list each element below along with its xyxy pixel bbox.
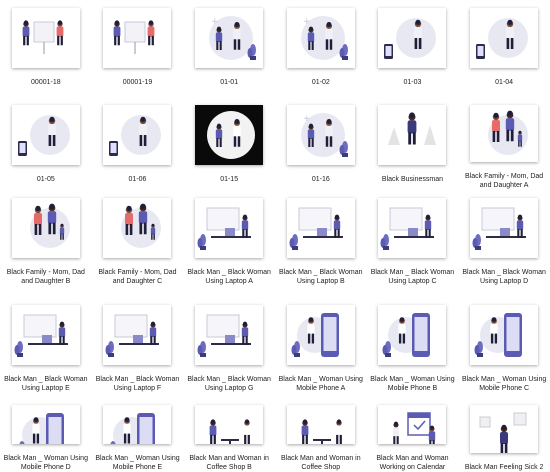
family-icon: [103, 198, 172, 258]
file-item[interactable]: Black Family - Mom, Dad and Daughter A: [458, 97, 550, 190]
file-item[interactable]: Black Man _ Black Woman Using Laptop D: [458, 190, 550, 297]
file-label: Black Family - Mom, Dad and Daughter B: [6, 269, 85, 285]
mobile-phone-icon: [378, 305, 447, 365]
file-item[interactable]: 00001-18: [0, 0, 92, 97]
file-item[interactable]: 01-15: [183, 97, 275, 190]
file-label: Black Businessman: [381, 176, 443, 183]
file-item[interactable]: Black Man _ Black Woman Using Laptop C: [367, 190, 459, 297]
businessman-icon: [378, 105, 447, 165]
file-label: Black Man Feeling Sick 2: [464, 464, 544, 471]
doctor-patient-icon: +: [195, 8, 264, 68]
calendar-icon: [378, 405, 447, 444]
file-label: 01-16: [311, 176, 330, 183]
laptop-desk-icon: [286, 198, 355, 258]
file-item[interactable]: + 01-02: [275, 0, 367, 97]
file-item[interactable]: Black Family - Mom, Dad and Daughter B: [0, 190, 92, 297]
file-label: Black Man _ Black Woman Using Laptop C: [370, 269, 455, 285]
mobile-phone-icon: [470, 305, 539, 365]
file-item[interactable]: 01-06: [92, 97, 184, 190]
file-label: 01-03: [403, 79, 422, 86]
file-label: Black Man _ Black Woman Using Laptop F: [95, 376, 180, 392]
family-icon: [470, 105, 539, 162]
coffee-shop-icon: [286, 405, 355, 444]
laptop-desk-icon: [103, 305, 172, 365]
file-item[interactable]: Black Man _ Woman Using Mobile Phone A: [275, 297, 367, 397]
file-label: 00001-19: [122, 79, 153, 86]
file-label: Black Man _ Black Woman Using Laptop B: [279, 269, 363, 285]
file-label: Black Man _ Woman Using Mobile Phone A: [278, 376, 363, 392]
file-label: Black Man _ Black Woman Using Laptop D: [462, 269, 546, 285]
file-label: Black Man _ Woman Using Mobile Phone C: [461, 376, 547, 392]
file-item[interactable]: Black Man _ Woman Using Mobile Phone C: [458, 297, 550, 397]
file-item[interactable]: Black Man _ Black Woman Using Laptop E: [0, 297, 92, 397]
file-label: Black Man _ Black Woman Using Laptop E: [4, 376, 88, 392]
file-item[interactable]: Black Man and Woman in Coffee Shop: [275, 397, 367, 472]
mobile-phone-icon: [286, 305, 355, 365]
file-label: Black Man _ Woman Using Mobile Phone D: [3, 455, 88, 471]
file-label: 01-04: [495, 79, 514, 86]
file-item[interactable]: 01-04: [458, 0, 550, 97]
file-label: 01-02: [311, 79, 330, 86]
file-item[interactable]: Black Man _ Black Woman Using Laptop A: [183, 190, 275, 297]
doctor-phone-icon: [103, 105, 172, 165]
file-label: Black Man _ Woman Using Mobile Phone E: [95, 455, 180, 471]
laptop-desk-icon: [11, 305, 80, 365]
file-label: 01-15: [220, 176, 239, 183]
file-item[interactable]: 01-03: [367, 0, 459, 97]
doctor-patient-icon: +: [286, 8, 355, 68]
file-item[interactable]: + 01-16: [275, 97, 367, 190]
file-item[interactable]: Black Businessman: [367, 97, 459, 190]
file-item[interactable]: Black Man _ Woman Using Mobile Phone B: [367, 297, 459, 397]
doctor-phone-icon: [378, 8, 447, 68]
file-item[interactable]: Black Man and Woman in Coffee Shop B: [183, 397, 275, 472]
doctor-phone-icon: [11, 105, 80, 165]
two-people-presentation-icon: [11, 8, 80, 68]
laptop-desk-icon: [195, 198, 264, 258]
svg-text:+: +: [303, 114, 311, 124]
file-item[interactable]: + 01-01: [183, 0, 275, 97]
file-label: Black Man and Woman in Coffee Shop: [280, 455, 361, 471]
file-label: 01-05: [36, 176, 55, 183]
coffee-shop-icon: [195, 405, 264, 444]
file-item[interactable]: Black Family - Mom, Dad and Daughter C: [92, 190, 184, 297]
file-label: 01-01: [220, 79, 239, 86]
file-label: Black Family - Mom, Dad and Daughter A: [465, 173, 544, 189]
file-label: Black Man _ Woman Using Mobile Phone B: [370, 376, 455, 392]
file-item[interactable]: Black Man _ Black Woman Using Laptop G: [183, 297, 275, 397]
file-label: Black Man _ Black Woman Using Laptop A: [187, 269, 271, 285]
file-item[interactable]: 00001-19: [92, 0, 184, 97]
file-item[interactable]: 01-05: [0, 97, 92, 190]
doctor-patient-icon: +: [286, 105, 355, 165]
svg-text:+: +: [303, 17, 311, 27]
doctor-phone-icon: [470, 8, 539, 68]
file-item[interactable]: Black Man _ Woman Using Mobile Phone D: [0, 397, 92, 472]
mobile-phone-icon: [103, 405, 172, 444]
file-label: Black Man _ Black Woman Using Laptop G: [187, 376, 271, 392]
two-people-presentation-icon: [103, 8, 172, 68]
laptop-desk-icon: [470, 198, 539, 258]
file-item[interactable]: Black Man _ Black Woman Using Laptop B: [275, 190, 367, 297]
file-grid: 00001-18 00001-19 + 01-01 + 01-02 01-03 …: [0, 0, 550, 472]
file-item[interactable]: Black Man _ Woman Using Mobile Phone E: [92, 397, 184, 472]
sick-man-icon: [470, 405, 539, 453]
file-label: 01-06: [128, 176, 147, 183]
file-label: Black Man and Woman in Coffee Shop B: [189, 455, 269, 471]
file-item[interactable]: Black Man Feeling Sick 2: [458, 397, 550, 472]
mobile-phone-icon: [11, 405, 80, 444]
family-icon: [11, 198, 80, 258]
laptop-desk-icon: [378, 198, 447, 258]
laptop-desk-icon: [195, 305, 264, 365]
file-label: Black Family - Mom, Dad and Daughter C: [98, 269, 177, 285]
svg-text:+: +: [211, 17, 219, 27]
file-label: 00001-18: [31, 79, 61, 86]
file-item[interactable]: Black Man _ Black Woman Using Laptop F: [92, 297, 184, 397]
file-item[interactable]: Black Man and Woman Working on Calendar: [367, 397, 459, 472]
doctor-patient-dark-icon: [195, 105, 264, 165]
file-label: Black Man and Woman Working on Calendar: [376, 455, 449, 471]
